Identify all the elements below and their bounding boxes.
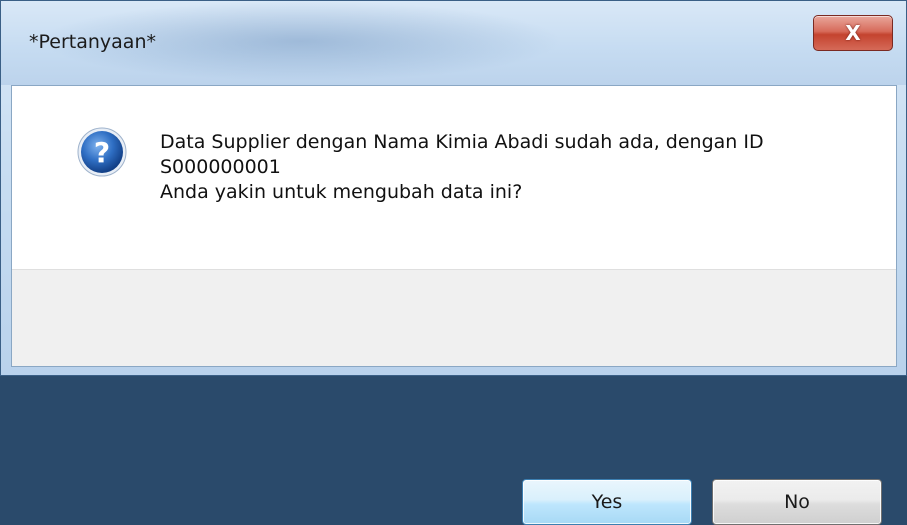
message-line-2: S000000001 [160, 156, 281, 178]
dialog-client: ? Data Supplier dengan Nama Kimia Abadi … [11, 85, 897, 525]
yes-button[interactable]: Yes [522, 479, 692, 525]
button-bar: Yes No [12, 269, 896, 525]
svg-text:?: ? [94, 136, 110, 169]
window-title: *Pertanyaan* [29, 31, 156, 53]
message-area: ? Data Supplier dengan Nama Kimia Abadi … [12, 86, 896, 269]
close-icon: X [845, 21, 861, 45]
message-line-1: Data Supplier dengan Nama Kimia Abadi su… [160, 131, 764, 153]
dialog-message: Data Supplier dengan Nama Kimia Abadi su… [160, 130, 764, 205]
message-line-3: Anda yakin untuk mengubah data ini? [160, 181, 523, 203]
dialog-window: *Pertanyaan* X ? Data Supplier dengan Na… [0, 0, 907, 525]
no-button[interactable]: No [712, 479, 882, 525]
question-icon: ? [77, 127, 127, 177]
close-button[interactable]: X [813, 15, 893, 51]
title-bar[interactable]: *Pertanyaan* X [1, 1, 906, 85]
